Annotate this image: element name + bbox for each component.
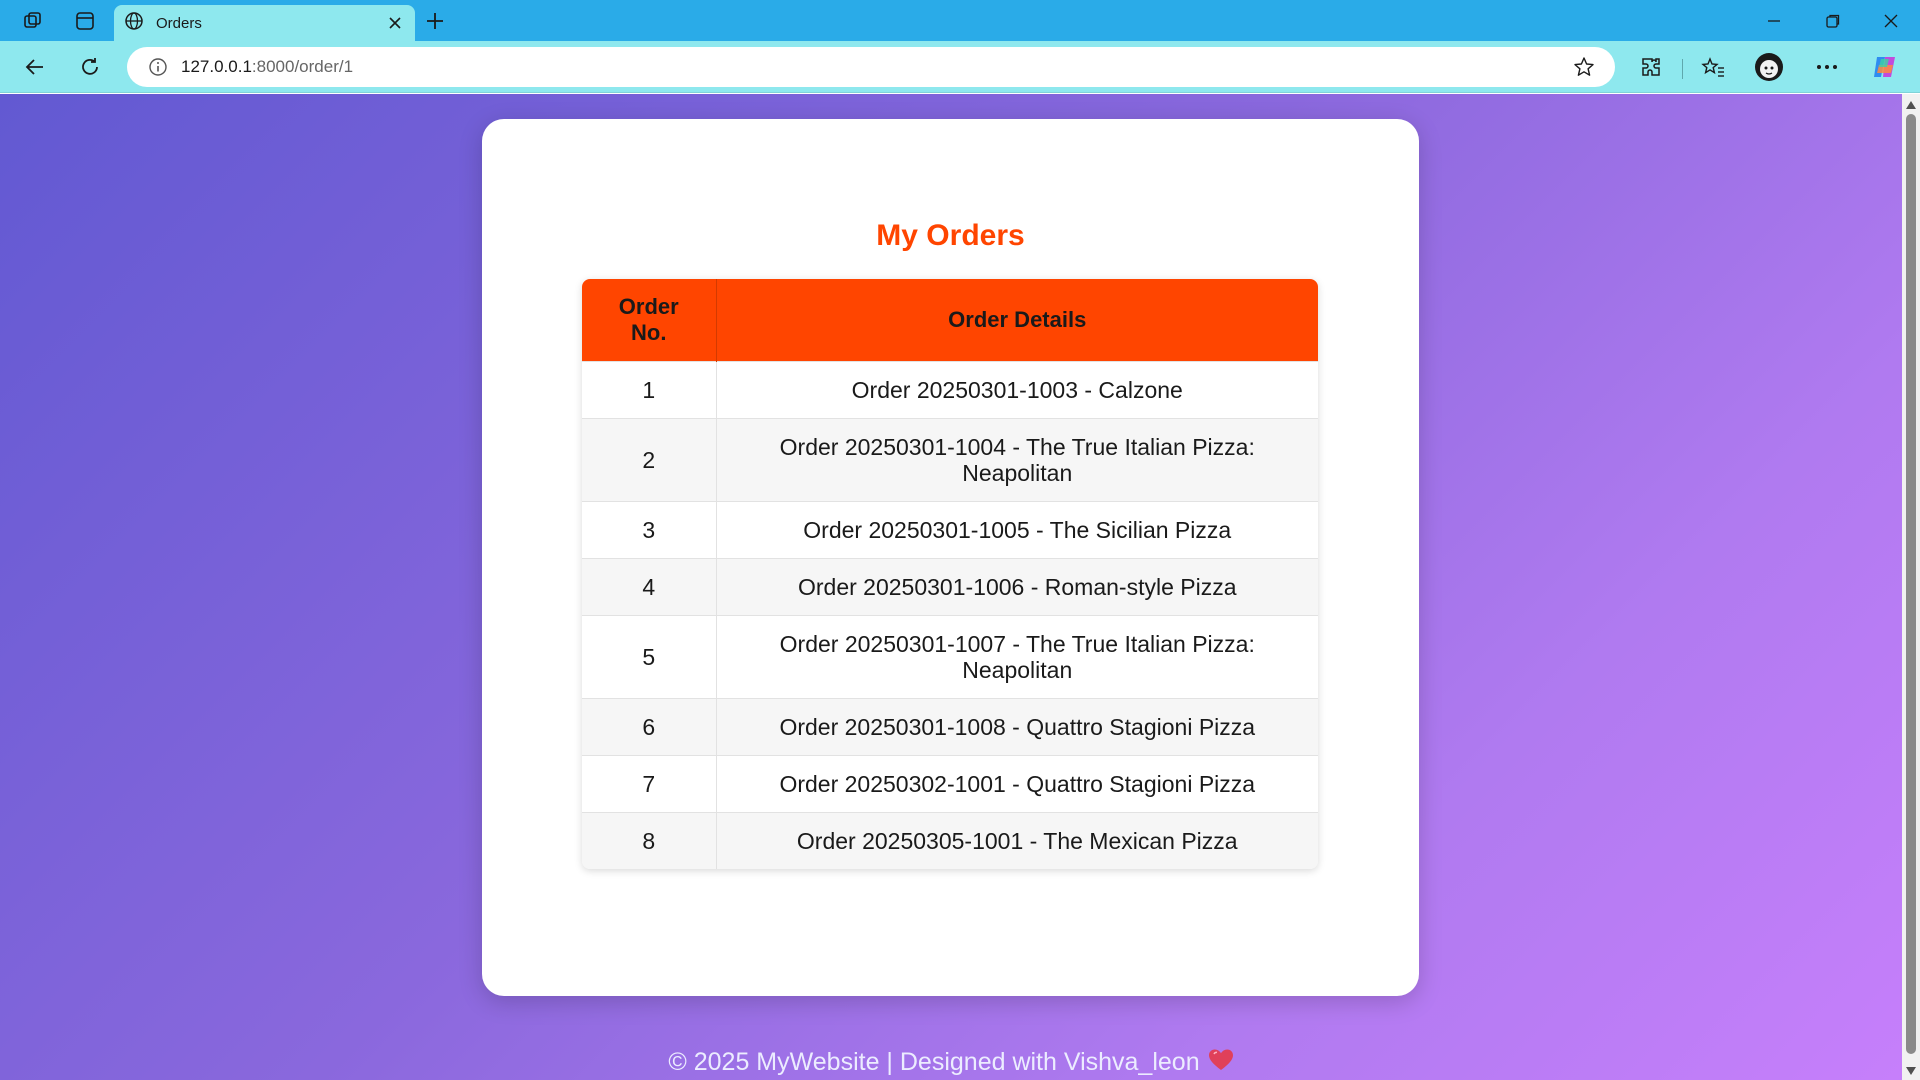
order-details-cell: Order 20250302-1001 - Quattro Stagioni P… — [716, 754, 1318, 812]
minimize-icon[interactable] — [1751, 6, 1797, 36]
refresh-icon[interactable] — [73, 50, 107, 84]
scroll-up-arrow-icon[interactable] — [1906, 100, 1916, 110]
star-icon[interactable] — [1567, 50, 1601, 84]
order-details-cell: Order 20250301-1004 - The True Italian P… — [716, 417, 1318, 501]
column-header-order-details: Order Details — [716, 279, 1318, 361]
page-footer: © 2025 MyWebsite | Designed with Vishva_… — [0, 1048, 1902, 1079]
orders-card: My Orders Order No. Order Details 1 Orde… — [482, 119, 1419, 996]
order-details-cell: Order 20250301-1005 - The Sicilian Pizza — [716, 500, 1318, 558]
browser-toolbar: 127.0.0.1:8000/order/1 — [0, 41, 1920, 93]
scrollbar-thumb[interactable] — [1906, 114, 1916, 1054]
workspaces-icon[interactable] — [16, 6, 50, 36]
order-number-cell: 1 — [582, 360, 717, 418]
more-icon[interactable] — [1810, 50, 1844, 84]
page-title: My Orders — [876, 219, 1025, 252]
order-details-cell: Order 20250301-1007 - The True Italian P… — [716, 614, 1318, 698]
tab-orders[interactable]: Orders — [114, 5, 415, 41]
url-path: :8000/order/1 — [251, 57, 354, 76]
footer-text: © 2025 MyWebsite | Designed with Vishva_… — [668, 1048, 1200, 1077]
tab-title: Orders — [156, 14, 202, 32]
order-details-cell: Order 20250305-1001 - The Mexican Pizza — [716, 811, 1318, 869]
page-viewport: My Orders Order No. Order Details 1 Orde… — [0, 94, 1902, 1080]
order-number-cell: 6 — [582, 697, 717, 755]
back-icon[interactable] — [18, 50, 52, 84]
order-number-cell: 2 — [582, 417, 717, 501]
order-number-cell: 3 — [582, 500, 717, 558]
table-row[interactable]: 2 Order 20250301-1004 - The True Italian… — [582, 417, 1318, 501]
table-header-row: Order No. Order Details — [582, 279, 1318, 361]
order-number-cell: 4 — [582, 557, 717, 615]
order-details-text: Order 20250301-1007 - The True Italian P… — [779, 630, 1255, 683]
table-row[interactable]: 6 Order 20250301-1008 - Quattro Stagioni… — [582, 697, 1318, 755]
extensions-icon[interactable] — [1634, 50, 1668, 84]
close-icon[interactable] — [385, 13, 405, 33]
plus-icon[interactable] — [420, 6, 450, 36]
globe-icon — [124, 11, 144, 36]
orders-table: Order No. Order Details 1 Order 20250301… — [582, 279, 1318, 869]
order-details-cell: Order 20250301-1003 - Calzone — [716, 360, 1318, 418]
copilot-icon[interactable] — [1868, 50, 1902, 84]
restore-icon[interactable] — [1810, 6, 1856, 36]
window-close-icon[interactable] — [1868, 6, 1914, 36]
table-row[interactable]: 3 Order 20250301-1005 - The Sicilian Piz… — [582, 500, 1318, 558]
scroll-down-arrow-icon[interactable] — [1906, 1066, 1916, 1076]
table-row[interactable]: 1 Order 20250301-1003 - Calzone — [582, 360, 1318, 418]
order-number-cell: 7 — [582, 754, 717, 812]
column-header-order-no: Order No. — [582, 279, 717, 361]
order-number-cell: 8 — [582, 811, 717, 869]
order-details-cell: Order 20250301-1008 - Quattro Stagioni P… — [716, 697, 1318, 755]
browser-tab-bar: Orders — [0, 0, 1920, 41]
info-icon[interactable] — [141, 50, 175, 84]
order-details-text: Order 20250301-1004 - The True Italian P… — [779, 433, 1255, 486]
table-row[interactable]: 7 Order 20250302-1001 - Quattro Stagioni… — [582, 754, 1318, 812]
table-row[interactable]: 8 Order 20250305-1001 - The Mexican Pizz… — [582, 811, 1318, 869]
profile-avatar-icon[interactable] — [1752, 50, 1786, 84]
url-text[interactable]: 127.0.0.1:8000/order/1 — [181, 57, 353, 77]
url-host: 127.0.0.1 — [181, 57, 252, 76]
table-row[interactable]: 4 Order 20250301-1006 - Roman-style Pizz… — [582, 557, 1318, 615]
toolbar-divider — [1682, 59, 1683, 79]
address-bar[interactable]: 127.0.0.1:8000/order/1 — [127, 47, 1615, 87]
header-order-no-label: Order No. — [618, 293, 679, 345]
favorites-icon[interactable] — [1696, 50, 1730, 84]
order-number-cell: 5 — [582, 614, 717, 698]
table-row[interactable]: 5 Order 20250301-1007 - The True Italian… — [582, 614, 1318, 698]
page-scrollbar[interactable] — [1902, 94, 1920, 1080]
tab-actions-icon[interactable] — [68, 6, 102, 36]
heart-icon — [1208, 1048, 1234, 1079]
order-details-cell: Order 20250301-1006 - Roman-style Pizza — [716, 557, 1318, 615]
